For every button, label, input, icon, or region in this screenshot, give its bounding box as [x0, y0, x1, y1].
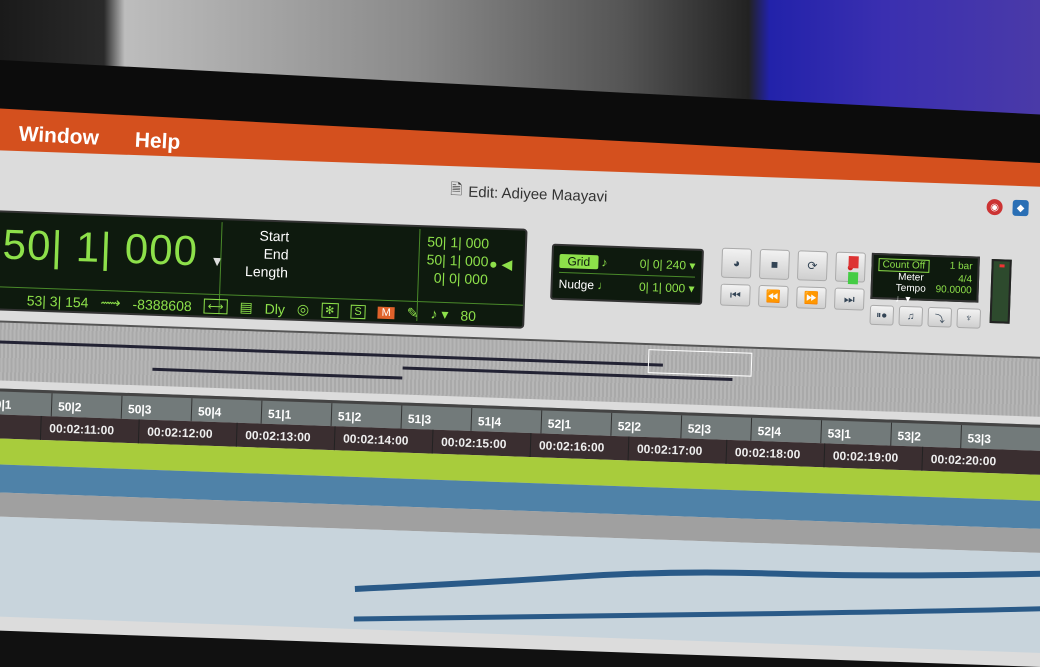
page-icon[interactable]: ▤ [239, 299, 253, 316]
note-icon[interactable]: ♪ ▾ [430, 305, 448, 323]
chevron-down-icon[interactable]: ▼ [210, 253, 225, 270]
stop-button[interactable]: ■ [758, 248, 790, 280]
online-button[interactable]: ◕ [720, 247, 753, 279]
merge-button[interactable]: ⤵ [927, 306, 953, 328]
start-field[interactable]: 50| 1| 000 [427, 233, 489, 253]
main-counter-value[interactable]: 50| 1| 000 ▼ [2, 221, 226, 277]
s-button[interactable]: S [350, 304, 366, 319]
status-leds [847, 256, 859, 285]
rewind-button[interactable]: ⏪ [757, 284, 789, 308]
midi-buttons: ⏸● ♫ ⤵ ♆ [869, 304, 982, 329]
edit-window: 🗎 Edit: Adiyee Maayavi ◉ ◆ 50| 1| 000 ▼ S… [0, 150, 1040, 667]
document-icon: 🗎 [449, 180, 463, 199]
menu-window[interactable]: Window [18, 123, 99, 151]
nudge-label[interactable]: Nudge [558, 276, 594, 291]
wait-for-note-button[interactable]: ⏸● [869, 304, 895, 326]
grid-value[interactable]: 0| 0| 240 ▾ [640, 257, 696, 273]
linearity-button[interactable]: ⟷ [203, 298, 228, 315]
selection-fields: Start 50| 1| 000 End 50| 1| 000 Length 0| 0… [244, 227, 490, 290]
cursor-location: 53| 3| 154 [26, 291, 89, 311]
transport: ◕ ■ ⟳ ● ⏮ ⏪ ⏩ ⏭ [720, 247, 866, 311]
sample-value: -8388608 [132, 295, 193, 314]
pencil-icon[interactable]: ✎ [406, 305, 419, 322]
grid-button[interactable]: Grid [559, 253, 599, 270]
go-to-end-button[interactable]: ⏭ [833, 287, 865, 311]
return-to-zero-button[interactable]: ⏮ [720, 283, 751, 307]
delay-comp-button[interactable]: Dly [264, 300, 285, 317]
value-field[interactable]: 80 [460, 307, 476, 324]
m-button[interactable]: M [377, 306, 396, 319]
snowflake-icon[interactable]: ✻ [320, 302, 339, 319]
output-meter [989, 259, 1012, 324]
avid-icon[interactable]: ◉ [986, 198, 1003, 216]
window-title: Edit: Adiyee Maayavi [467, 183, 608, 206]
plugin-icon[interactable]: ◆ [1012, 199, 1029, 217]
meter-value[interactable]: 4/4 [958, 274, 972, 285]
conductor-button[interactable]: ♆ [956, 307, 982, 329]
length-field[interactable]: 0| 0| 000 [433, 270, 489, 290]
quarter-note-icon: ♩ [597, 277, 610, 293]
count-off-panel: Count Off 1 bar Meter 4/4 Tempo ♩▾ 90.0000 [870, 252, 980, 305]
loop-icon[interactable]: ◎ [297, 301, 310, 318]
metronome-button[interactable]: ♫ [898, 305, 924, 327]
tempo-value[interactable]: 90.0000 [935, 284, 972, 307]
nudge-value[interactable]: 0| 1| 000 ▾ [639, 279, 695, 295]
grid-nudge-panel: Grid ♪ 0| 0| 240 ▾ Nudge ♩ 0| 1| 000 ▾ [550, 243, 704, 305]
play-button[interactable]: ⟳ [796, 250, 828, 282]
count-off-button[interactable]: Count Off [878, 258, 930, 273]
speaker-icon[interactable]: ● ◀ [489, 255, 513, 273]
menu-help[interactable]: Help [134, 129, 181, 155]
fast-forward-button[interactable]: ⏩ [795, 286, 827, 310]
main-counter: 50| 1| 000 ▼ Start 50| 1| 000 End 50| 1| 0… [0, 209, 528, 329]
end-field[interactable]: 50| 1| 000 [426, 251, 488, 271]
visible-range-box[interactable] [647, 349, 753, 377]
waveform-icon: ⟿ [100, 293, 121, 311]
eighth-note-icon: ♪ [601, 255, 608, 270]
